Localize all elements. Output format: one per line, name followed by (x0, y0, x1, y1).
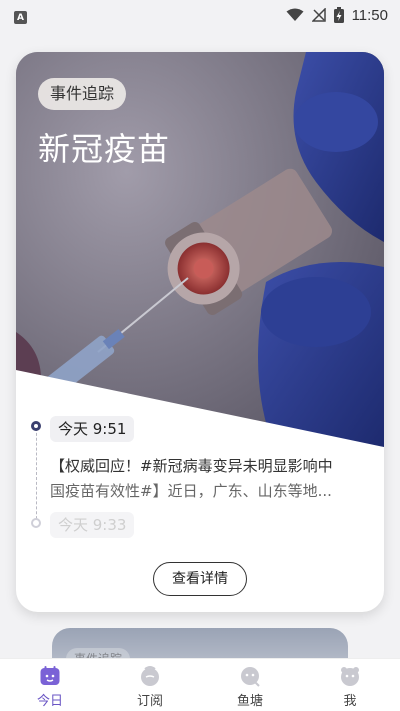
nav-label-me: 我 (343, 694, 357, 709)
timeline-time-chip: 今天 9:51 (50, 416, 135, 442)
card-white-wedge (16, 370, 384, 452)
event-title: 新冠疫苗 (38, 130, 171, 168)
nav-item-fishpond[interactable]: 鱼塘 (200, 659, 300, 711)
nav-item-me[interactable]: 我 (300, 659, 400, 711)
status-time: 11:50 (351, 6, 388, 24)
app-notification-icon: A (14, 11, 27, 25)
nav-label-fishpond: 鱼塘 (236, 694, 263, 709)
timeline-dot-active (31, 421, 41, 431)
timeline-time-chip-faded: 今天 9:33 (50, 512, 135, 538)
event-tag-pill: 事件追踪 (38, 78, 127, 110)
timeline-dot-faded (31, 518, 41, 528)
status-right: 11:50 (286, 7, 388, 24)
nav-item-today[interactable]: 今日 (0, 659, 100, 711)
status-bar: A 11:50 (0, 0, 400, 30)
battery-charging-icon (333, 7, 344, 23)
me-icon (341, 667, 359, 686)
view-details-button[interactable]: 查看详情 (153, 562, 247, 596)
timeline-line (36, 428, 37, 524)
news-text-line2: 国疫苗有效性#】近日，广东、山东等地... (50, 482, 332, 500)
today-icon (40, 666, 60, 685)
nav-label-today: 今日 (36, 694, 63, 709)
fishpond-icon (241, 667, 260, 687)
wifi-icon (286, 8, 304, 21)
timeline-news-text[interactable]: 【权威回应！#新冠病毒变异未明显影响中 国疫苗有效性#】近日，广东、山东等地..… (50, 454, 368, 504)
status-left: A (14, 6, 27, 25)
news-text-line1: 【权威回应！#新冠病毒变异未明显影响中 (50, 457, 333, 475)
subscribe-icon (141, 666, 159, 686)
bottom-nav: 今日 订阅 鱼塘 我 (0, 658, 400, 711)
hero-image: 事件追踪 新冠疫苗 (16, 52, 384, 452)
nav-item-subscribe[interactable]: 订阅 (100, 659, 200, 711)
no-signal-icon (311, 8, 326, 22)
nav-label-subscribe: 订阅 (136, 694, 163, 709)
event-card[interactable]: 事件追踪 新冠疫苗 今天 9:51 【权威回应！#新冠病毒变异未明显影响中 国疫… (16, 52, 384, 612)
